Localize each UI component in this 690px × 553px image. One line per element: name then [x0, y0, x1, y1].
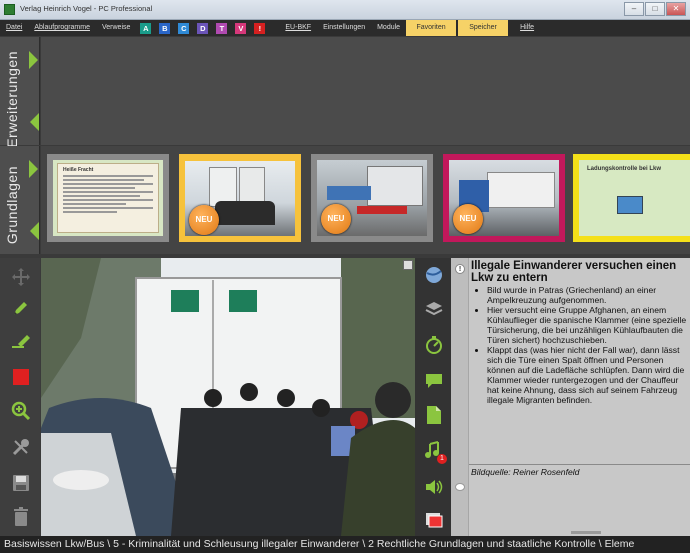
- thumbnail-trailer[interactable]: NEU: [311, 154, 433, 242]
- verweis-warning-button[interactable]: !: [254, 22, 266, 34]
- trailer-body: [487, 172, 555, 208]
- text-line: [63, 195, 140, 197]
- close-button[interactable]: ✕: [666, 2, 686, 16]
- neu-badge: NEU: [321, 204, 351, 234]
- globe-icon[interactable]: [421, 262, 447, 288]
- window-title: Verlag Heinrich Vogel - PC Professional: [20, 4, 153, 13]
- text-line: [63, 191, 153, 193]
- erweiterungen-strip: [41, 37, 690, 145]
- text-line: [63, 175, 153, 177]
- expand-right-icon[interactable]: [29, 51, 38, 69]
- bullet-item: Klappt das (was hier nicht der Fall war)…: [487, 345, 687, 405]
- photo-illustration: [41, 258, 415, 536]
- tab-speicher[interactable]: Speicher: [458, 20, 509, 36]
- screen-icon: [617, 196, 643, 214]
- expand-image-icon[interactable]: [403, 260, 413, 270]
- text-line: [63, 183, 153, 185]
- verweis-c-button[interactable]: C: [178, 22, 190, 34]
- collapse-left-icon[interactable]: [30, 113, 39, 131]
- info-panel: ! Illegale Einwanderer versuchen einen L…: [451, 258, 690, 536]
- menu-module[interactable]: Module: [371, 20, 406, 36]
- info-bullets: Bild wurde in Patras (Griechenland) an e…: [487, 285, 687, 405]
- text-line: [63, 203, 126, 205]
- pencil-icon[interactable]: [6, 296, 36, 322]
- document-page: Heiße Fracht: [57, 163, 159, 233]
- music-notes-icon[interactable]: 1: [421, 438, 447, 464]
- gallery-icon[interactable]: [421, 506, 447, 532]
- verweis-b-button[interactable]: B: [159, 22, 171, 34]
- media-toolbar: 1: [415, 258, 451, 536]
- info-icon[interactable]: !: [455, 264, 465, 274]
- info-text: Illegale Einwanderer versuchen einen Lkw…: [469, 258, 690, 464]
- menu-eu-bkf[interactable]: EU-BKF: [279, 20, 317, 36]
- source-bullet-icon: [455, 483, 465, 491]
- title-bar: Verlag Heinrich Vogel - PC Professional …: [0, 0, 690, 20]
- verweis-v-button[interactable]: V: [235, 22, 247, 34]
- neu-badge: NEU: [453, 204, 483, 234]
- line-pen-icon[interactable]: [6, 328, 36, 354]
- layers-icon[interactable]: [421, 296, 447, 322]
- thumbnail-document[interactable]: Heiße Fracht: [47, 154, 169, 242]
- text-line: [63, 207, 153, 209]
- breadcrumb-status: Basiswissen Lkw/Bus \ 5 - Kriminalität u…: [0, 536, 690, 553]
- document-icon[interactable]: [421, 402, 447, 428]
- image-source: Bildquelle: Reiner Rosenfeld: [471, 467, 580, 477]
- tools-icon[interactable]: [6, 434, 36, 460]
- verweis-t-button[interactable]: T: [216, 22, 228, 34]
- thumbnail-migrants-selected[interactable]: NEU: [179, 154, 301, 242]
- menu-ablaufprogramme[interactable]: Ablaufprogramme: [28, 20, 96, 36]
- menu-hilfe[interactable]: Hilfe: [514, 20, 540, 36]
- resize-grip[interactable]: [571, 531, 601, 534]
- grundlagen-strip: Heiße Fracht NEU NEU NEU Ladungskontroll…: [41, 146, 690, 254]
- window-controls: – □ ✕: [624, 2, 686, 17]
- tab-favoriten[interactable]: Favoriten: [406, 20, 457, 36]
- red-square: [13, 369, 29, 385]
- crowd-silhouette: [215, 201, 275, 225]
- bullet-item: Hier versucht eine Gruppe Afghanen, an e…: [487, 305, 687, 345]
- thumbnail-ladungskontrolle[interactable]: Ladungskontrolle bei Lkw: [573, 154, 690, 242]
- tarp-blue: [327, 186, 371, 200]
- verweis-d-button[interactable]: D: [197, 22, 209, 34]
- verweis-a-button[interactable]: A: [140, 22, 152, 34]
- text-line: [63, 199, 153, 201]
- count-badge: 1: [437, 454, 447, 464]
- grundlagen-label: Grundlagen: [4, 166, 20, 245]
- app-window: Verlag Heinrich Vogel - PC Professional …: [0, 0, 690, 553]
- stopwatch-icon[interactable]: [421, 332, 447, 358]
- app-icon: [4, 4, 15, 15]
- neu-badge: NEU: [189, 205, 219, 235]
- trailer-body: [367, 166, 423, 206]
- menu-bar: Datei Ablaufprogramme Verweise A B C D T…: [0, 20, 690, 36]
- text-line: [63, 211, 117, 213]
- text-line: [63, 187, 135, 189]
- speech-bubble-icon[interactable]: [421, 368, 447, 394]
- menu-einstellungen[interactable]: Einstellungen: [317, 20, 371, 36]
- text-line: [63, 179, 144, 181]
- minimize-button[interactable]: –: [624, 2, 644, 16]
- grundlagen-tab[interactable]: Grundlagen: [0, 146, 40, 254]
- separator: [469, 464, 690, 465]
- trash-icon[interactable]: [6, 504, 36, 530]
- trailer-frame: [357, 206, 407, 214]
- menu-verweise[interactable]: Verweise: [96, 20, 136, 36]
- info-gutter: !: [451, 258, 469, 536]
- info-title: Illegale Einwanderer versuchen einen Lkw…: [471, 260, 677, 284]
- maximize-button[interactable]: □: [645, 2, 665, 16]
- bullet-item: Bild wurde in Patras (Griechenland) an e…: [487, 285, 687, 305]
- zoom-in-icon[interactable]: [6, 398, 36, 424]
- menu-datei[interactable]: Datei: [0, 20, 28, 36]
- erweiterungen-label: Erweiterungen: [4, 51, 20, 148]
- main-photo: [41, 258, 415, 536]
- save-icon[interactable]: [6, 470, 36, 496]
- left-toolbar: [0, 258, 40, 536]
- document-title: Heiße Fracht: [63, 167, 94, 173]
- scroll-left-icon[interactable]: [30, 222, 39, 240]
- thumbnail-truck[interactable]: NEU: [443, 154, 565, 242]
- ladungskontrolle-title: Ladungskontrolle bei Lkw: [587, 166, 662, 172]
- scroll-right-icon[interactable]: [29, 160, 38, 178]
- audio-speaker-icon[interactable]: [421, 474, 447, 500]
- color-red-swatch[interactable]: [6, 364, 36, 390]
- erweiterungen-tab[interactable]: Erweiterungen: [0, 37, 40, 148]
- move-icon[interactable]: [6, 264, 36, 290]
